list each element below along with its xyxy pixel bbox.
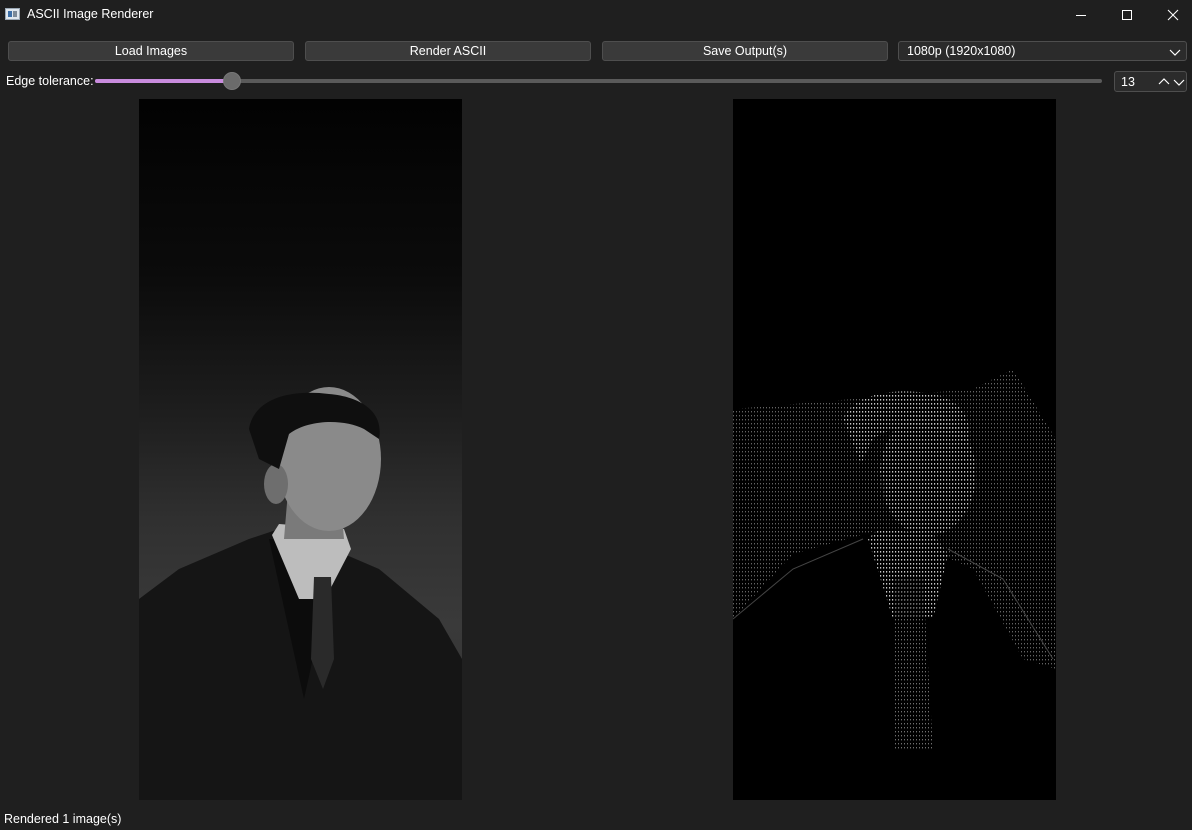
maximize-icon xyxy=(1122,10,1132,20)
ascii-render xyxy=(733,369,1056,749)
chevron-down-icon[interactable] xyxy=(1173,76,1185,88)
load-images-button[interactable]: Load Images xyxy=(8,41,294,61)
minimize-button[interactable] xyxy=(1058,0,1104,30)
edge-tolerance-spinbox[interactable]: 13 xyxy=(1114,71,1187,92)
app-icon xyxy=(5,8,20,20)
close-button[interactable] xyxy=(1150,0,1192,30)
resolution-selected-value: 1080p (1920x1080) xyxy=(907,44,1016,58)
chevron-down-icon xyxy=(1169,49,1181,56)
window-title: ASCII Image Renderer xyxy=(27,7,154,21)
maximize-button[interactable] xyxy=(1104,0,1150,30)
spinbox-value: 13 xyxy=(1121,75,1135,89)
title-bar[interactable]: ASCII Image Renderer xyxy=(0,0,1192,30)
close-icon xyxy=(1167,9,1179,21)
portrait-photo xyxy=(139,387,462,800)
slider-fill xyxy=(95,79,232,83)
source-image-preview xyxy=(139,99,462,800)
render-ascii-button[interactable]: Render ASCII xyxy=(305,41,591,61)
status-text: Rendered 1 image(s) xyxy=(4,812,122,826)
app-window: ASCII Image Renderer Load Images Render … xyxy=(0,0,1192,830)
minimize-icon xyxy=(1076,15,1086,16)
ascii-output-preview xyxy=(733,99,1056,800)
chevron-up-icon[interactable] xyxy=(1158,76,1170,88)
edge-tolerance-slider[interactable] xyxy=(95,79,1102,83)
edge-tolerance-label: Edge tolerance: xyxy=(6,74,94,88)
resolution-select[interactable]: 1080p (1920x1080) xyxy=(898,41,1187,61)
save-output-button[interactable]: Save Output(s) xyxy=(602,41,888,61)
slider-thumb[interactable] xyxy=(222,72,241,90)
